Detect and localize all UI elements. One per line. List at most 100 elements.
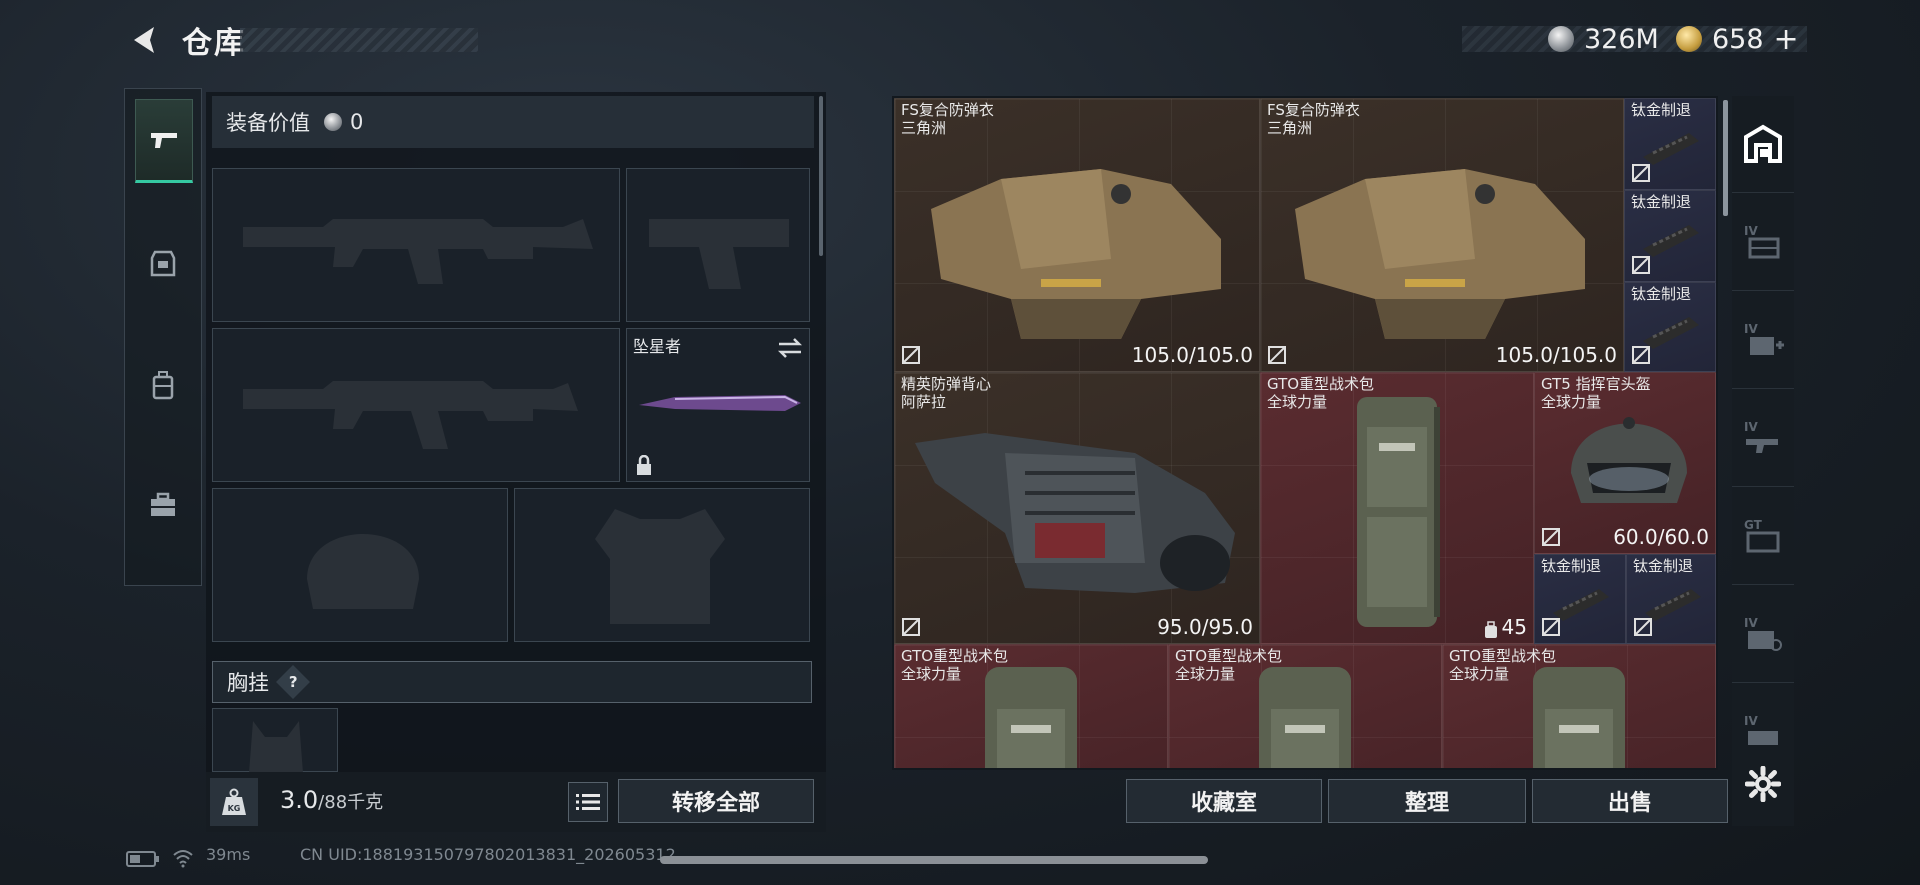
- storage-item-muzzle[interactable]: 钛金制退: [1626, 554, 1716, 644]
- pistol-slot[interactable]: [626, 168, 810, 322]
- equipment-value-label: 装备价值: [226, 111, 310, 135]
- melee-slot[interactable]: 坠星者: [626, 328, 810, 482]
- kg-weight-icon: KG: [222, 788, 246, 815]
- armor-slot[interactable]: [514, 488, 810, 642]
- list-view-button[interactable]: [568, 782, 608, 822]
- backpack-image-icon: [985, 667, 1077, 768]
- capacity-bag-icon: [1485, 621, 1497, 638]
- value-coin-icon: [324, 113, 342, 131]
- no-trade-icon: [1632, 256, 1650, 274]
- gold-currency[interactable]: 658 +: [1676, 22, 1799, 57]
- home-indicator[interactable]: [660, 856, 1208, 864]
- item-origin: 全球力量: [1175, 665, 1236, 683]
- storage-item-backpack[interactable]: GTO重型战术包 全球力量: [1168, 644, 1442, 768]
- warehouse-icon: [1744, 124, 1782, 163]
- gt-case-icon: GT: [1744, 518, 1780, 553]
- backpack-image-icon: [1357, 397, 1440, 627]
- collection-room-button[interactable]: 收藏室: [1126, 779, 1322, 823]
- primary-weapon-slot[interactable]: [212, 168, 620, 322]
- category-case[interactable]: [135, 465, 191, 545]
- swap-icon[interactable]: [777, 337, 803, 359]
- secondary-weapon-slot[interactable]: [212, 328, 620, 482]
- storage-item-muzzle[interactable]: 钛金制退: [1624, 282, 1716, 372]
- sell-button[interactable]: 出售: [1532, 779, 1728, 823]
- storage-item-backpack[interactable]: GTO重型战术包 全球力量 45: [1260, 372, 1534, 644]
- item-name: 钛金制退: [1631, 193, 1692, 211]
- equipment-value-row: 装备价值 0: [212, 96, 814, 148]
- muzzle-brake-icon: [1643, 133, 1699, 165]
- back-arrow-icon[interactable]: [128, 23, 162, 57]
- item-capacity: 45: [1501, 615, 1527, 639]
- helmet-image-icon: [1571, 417, 1687, 503]
- no-trade-icon: [1542, 528, 1560, 546]
- no-trade-icon: [1632, 164, 1650, 182]
- storage-item-backpack[interactable]: GTO重型战术包 全球力量: [1442, 644, 1716, 768]
- tab-storage-weapons[interactable]: IV: [1732, 390, 1794, 487]
- armor-icon: [150, 250, 176, 277]
- storage-item-armor[interactable]: FS复合防弹衣 三角洲 105.0/105.0: [894, 98, 1260, 372]
- item-name: 精英防弹背心: [901, 375, 992, 393]
- item-name: 钛金制退: [1541, 557, 1602, 575]
- armor-vest-image-icon: [1295, 169, 1585, 339]
- storage-item-muzzle[interactable]: 钛金制退: [1624, 98, 1716, 190]
- settings-gear-icon[interactable]: [1745, 766, 1781, 802]
- no-trade-icon: [1634, 618, 1652, 636]
- item-name: 钛金制退: [1631, 285, 1692, 303]
- tab-storage-parts[interactable]: IV: [1732, 586, 1794, 683]
- weight-max: /88千克: [318, 792, 384, 813]
- armor-vest-image-icon: [931, 169, 1221, 339]
- category-armor[interactable]: [135, 223, 191, 303]
- tab-storage-2[interactable]: IV: [1732, 194, 1794, 291]
- battery-icon: [126, 851, 159, 867]
- storage-item-armor[interactable]: 精英防弹背心 阿萨拉 95.0/95.0: [894, 372, 1260, 644]
- item-name: GT5 指挥官头盔: [1541, 375, 1651, 393]
- list-icon: [576, 794, 600, 810]
- sort-button[interactable]: 整理: [1328, 779, 1526, 823]
- item-durability: 105.0/105.0: [1131, 343, 1253, 367]
- rifle-silhouette-icon: [243, 219, 593, 284]
- equipment-scrollbar[interactable]: [819, 96, 823, 256]
- tab-storage-medical[interactable]: IV: [1732, 292, 1794, 389]
- uid-text: CN UID:18819315079780201383​1_202605312: [300, 845, 676, 864]
- backpack-image-icon: [1259, 667, 1351, 768]
- melee-blade-icon: [639, 395, 801, 411]
- rifle-silhouette-icon: [243, 381, 578, 449]
- gold-amount: 658: [1712, 23, 1764, 55]
- add-gold-button[interactable]: +: [1774, 22, 1799, 57]
- storage-scrollbar[interactable]: [1723, 100, 1728, 216]
- helmet-slot[interactable]: [212, 488, 508, 642]
- chest-rig-slot[interactable]: [212, 708, 338, 773]
- backpack-image-icon: [1533, 667, 1625, 768]
- page-title: 仓库: [182, 26, 246, 61]
- pistol-silhouette-icon: [649, 219, 789, 289]
- weight-icon: KG: [210, 778, 258, 826]
- no-trade-icon: [902, 346, 920, 364]
- storage-tabs: IV IV IV GT IV IV: [1732, 96, 1794, 826]
- storage-item-helmet[interactable]: GT5 指挥官头盔 全球力量 60.0/60.0: [1534, 372, 1716, 554]
- helmet-silhouette-icon: [307, 534, 419, 609]
- svg-text:GT: GT: [1744, 518, 1763, 532]
- storage-item-muzzle[interactable]: 钛金制退: [1624, 190, 1716, 282]
- item-origin: 全球力量: [901, 665, 962, 683]
- tab-storage-gt[interactable]: GT: [1732, 488, 1794, 585]
- silver-amount: 326M: [1584, 23, 1659, 55]
- wifi-icon: [173, 850, 193, 868]
- item-origin: 三角洲: [901, 119, 947, 137]
- storage-item-armor[interactable]: FS复合防弹衣 三角洲 105.0/105.0: [1260, 98, 1624, 372]
- gold-coin-icon: [1676, 26, 1702, 52]
- category-weapons[interactable]: [135, 99, 193, 183]
- no-trade-icon: [902, 618, 920, 636]
- svg-text:IV: IV: [1744, 616, 1758, 630]
- tab-storage-all[interactable]: [1732, 96, 1794, 193]
- svg-text:KG: KG: [228, 804, 241, 813]
- category-backpack[interactable]: [135, 345, 191, 425]
- transfer-all-button[interactable]: 转移全部: [618, 779, 814, 823]
- help-icon[interactable]: ?: [276, 665, 310, 699]
- item-name: 钛金制退: [1633, 557, 1694, 575]
- storage-item-backpack[interactable]: GTO重型战术包 全球力量: [894, 644, 1168, 768]
- pistol-icon: [151, 133, 177, 148]
- item-origin: 全球力量: [1267, 393, 1328, 411]
- gun-case-icon: IV: [1744, 420, 1778, 453]
- misc-case-icon: IV: [1744, 714, 1778, 745]
- storage-item-muzzle[interactable]: 钛金制退: [1534, 554, 1626, 644]
